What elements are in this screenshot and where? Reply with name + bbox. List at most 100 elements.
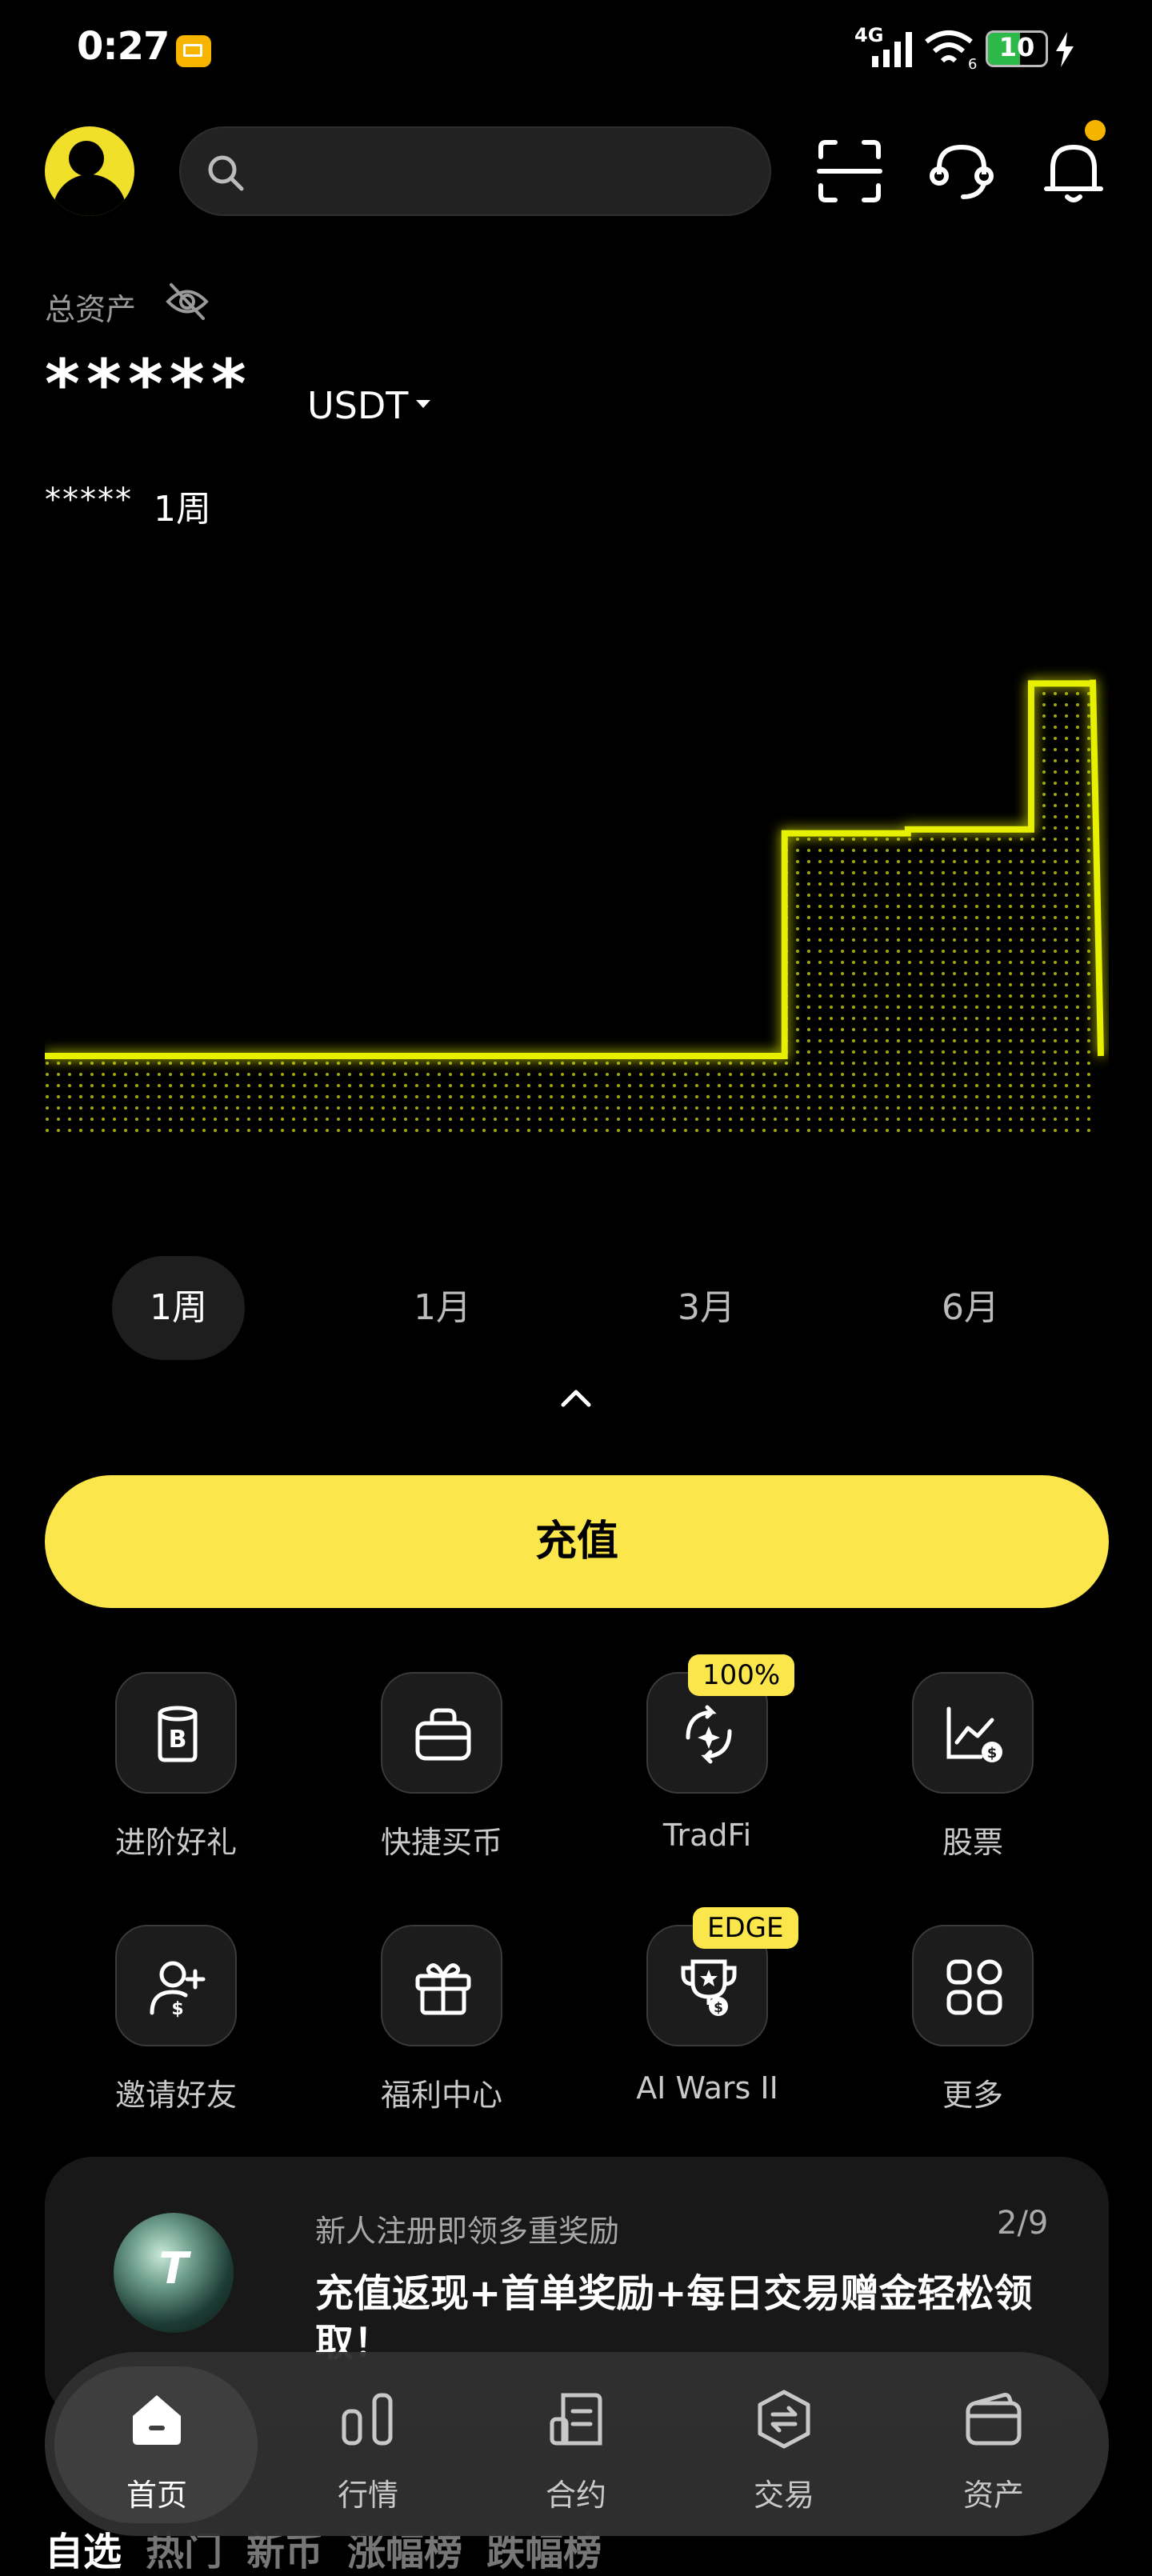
grid-tile-stocks[interactable]: $ [912,1672,1034,1794]
grid-label-advanced-gift: 进阶好礼 [114,1825,237,1860]
nav-trade[interactable]: 交易 [704,2352,864,2536]
chart-point [414,1055,415,1057]
nav-assets[interactable]: 资产 [914,2352,1074,2536]
promo-subtitle: 新人注册即领多重奖励 [315,2214,620,2249]
promo-pager: 2/9 [997,2205,1049,2242]
grid-label-quick-buy: 快捷买币 [380,1825,502,1860]
grid-label-stocks: 股票 [942,1825,1003,1860]
period-1m[interactable]: 1月 [376,1256,509,1360]
tab-new[interactable]: 新币 [246,2530,323,2574]
period-1w[interactable]: 1周 [112,1256,245,1360]
pnl-period: 1周 [154,489,211,530]
ai-wars-badge: EDGE [693,1907,798,1949]
pnl-value: ***** [45,482,133,518]
avatar-body [53,174,126,216]
chart-point [167,1055,169,1057]
wallet-icon [966,2393,1022,2446]
avatar[interactable] [45,126,134,216]
nav-home[interactable]: 首页 [77,2352,237,2536]
futures-icon [550,2393,602,2446]
invite-user-icon: $ [150,1961,206,2019]
notification-badge [1085,120,1106,141]
chart-point [1030,682,1032,684]
grid-label-more: 更多 [942,2078,1003,2113]
trade-icon [758,2390,810,2449]
grid-label-tradfi: TradFi [662,1818,752,1853]
promo-orb-letter: T [158,2243,189,2294]
gift-icon [415,1963,471,2015]
grid-label-invite: 邀请好友 [114,2078,237,2113]
nav-label-home: 首页 [126,2478,187,2513]
total-assets-value: ***** [45,345,253,423]
home-icon [133,2395,181,2445]
chart-point [1092,679,1094,681]
tab-favorites[interactable]: 自选 [45,2530,122,2574]
svg-text:$: $ [171,1999,183,2019]
wifi-icon: 6 [925,30,977,70]
wifi-badge: 6 [968,56,977,70]
signal-icon [872,32,912,67]
status-time: 0:27 [77,24,170,69]
more-grid-icon [946,1959,1002,2015]
chart-point [661,1055,662,1057]
period-6m[interactable]: 6月 [904,1256,1037,1360]
chart-point [106,1055,107,1057]
nav-label-trade: 交易 [753,2478,814,2513]
chart-point [537,1055,538,1057]
bitcoin-jar-icon: B [158,1706,198,1762]
exchange-sparkle-icon [686,1705,732,1764]
search-bar[interactable] [179,126,771,216]
chart-point [722,1055,724,1057]
deposit-button[interactable]: 充值 [45,1475,1109,1608]
chart-point [229,1055,230,1057]
stock-chart-icon: $ [946,1706,1002,1762]
grid-tile-more[interactable] [912,1925,1034,2046]
svg-text:$: $ [714,2000,723,2016]
chart-point [969,829,970,830]
grid-tile-quick-buy[interactable] [381,1672,502,1794]
chart-point [784,833,786,834]
chart-point [907,829,909,830]
currency-dropdown-icon[interactable] [416,400,430,408]
nav-label-assets: 资产 [962,2478,1024,2513]
grid-tile-welfare[interactable] [381,1925,502,2046]
market-icon [342,2393,393,2446]
search-input[interactable] [261,128,744,216]
nav-label-market: 行情 [337,2478,398,2513]
tradfi-badge: 100% [688,1654,795,1696]
search-icon [208,155,244,191]
grid-tile-advanced-gift[interactable]: B [115,1672,237,1794]
message-notification-icon [176,35,211,67]
nav-market[interactable]: 行情 [288,2352,448,2536]
chart-point [599,1055,601,1057]
scan-icon[interactable] [816,138,883,205]
grid-label-ai-wars: AI Wars II [636,2070,778,2106]
collapse-chevron-icon[interactable] [558,1386,594,1410]
currency-selector[interactable]: USDT [307,384,408,427]
charging-icon [1056,32,1074,67]
hide-balance-icon[interactable] [165,282,210,322]
notification-bell-icon[interactable] [1042,136,1106,206]
tab-hot[interactable]: 热门 [146,2530,222,2574]
period-3m[interactable]: 3月 [640,1256,773,1360]
chart-area-fill [45,679,1093,1136]
trophy-icon: $ [681,1959,737,2016]
grid-tile-invite[interactable]: $ [115,1925,237,2046]
nav-label-futures: 合约 [545,2478,606,2513]
customer-support-icon[interactable] [928,138,995,205]
battery-level: 10 [998,32,1035,62]
svg-text:$: $ [987,1745,998,1762]
bottom-nav: 首页 行情 合约 交易 资产 [45,2352,1109,2536]
avatar-head [69,141,104,176]
tab-gainers[interactable]: 涨幅榜 [347,2530,462,2574]
svg-text:B: B [169,1726,187,1754]
total-assets-label: 总资产 [45,292,137,327]
nav-futures[interactable]: 合约 [496,2352,656,2536]
asset-chart [45,679,1104,1136]
chart-point [290,1055,292,1057]
chart-point [846,833,847,834]
chart-point [475,1055,477,1057]
wallet-bag-icon [415,1708,471,1761]
tab-losers[interactable]: 跌幅榜 [486,2530,602,2574]
grid-label-welfare: 福利中心 [380,2078,502,2113]
